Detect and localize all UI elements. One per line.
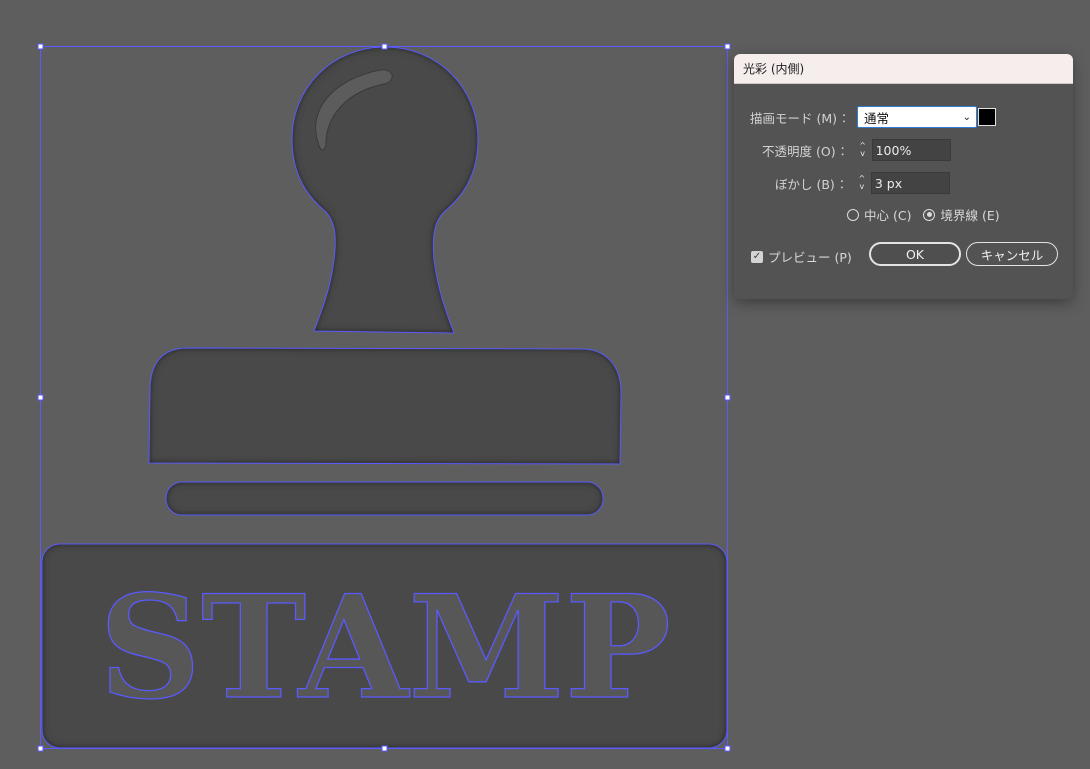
cancel-button-label: キャンセル [980, 247, 1044, 263]
source-row: 中心 (C) 境界線 (E) [847, 205, 1000, 224]
stamp-base-bar[interactable] [166, 482, 603, 515]
glow-color-swatch[interactable] [978, 108, 996, 126]
blur-stepper-icon[interactable]: ^ v [855, 172, 869, 194]
mode-label: 描画モード (M) [750, 110, 838, 126]
blur-input[interactable]: 3 px [870, 172, 950, 194]
blur-value: 3 px [874, 175, 903, 191]
preview-checkbox[interactable]: ✓ [751, 250, 763, 263]
stamp-body-shape[interactable] [149, 348, 621, 464]
opacity-stepper-icon[interactable]: ^ v [856, 139, 870, 161]
radio-edge-label[interactable]: 境界線 (E) [940, 205, 999, 224]
mode-row: 描画モード (M) ： 通常 ⌄ [750, 106, 978, 128]
resize-handle-bottom-right[interactable] [724, 745, 731, 752]
blur-colon: ： [838, 176, 851, 191]
blur-label: ぼかし (B) [775, 176, 835, 192]
opacity-label: 不透明度 (O) [762, 143, 836, 159]
blend-mode-select[interactable]: 通常 ⌄ [857, 106, 978, 128]
preview-label[interactable]: プレビュー (P) [768, 247, 852, 266]
opacity-value: 100% [875, 142, 912, 158]
stamp-handle-shape[interactable] [292, 47, 478, 333]
blend-mode-value: 通常 [864, 110, 890, 126]
opacity-input[interactable]: 100% [871, 139, 951, 161]
mode-colon: ： [841, 110, 854, 125]
cancel-button[interactable]: キャンセル [966, 242, 1058, 266]
radio-edge[interactable] [923, 208, 936, 221]
ok-button[interactable]: OK [869, 242, 961, 266]
radio-center-label[interactable]: 中心 (C) [864, 205, 911, 224]
stamp-text[interactable]: STAMP [98, 564, 671, 731]
ok-button-label: OK [905, 246, 925, 262]
resize-handle-middle-right[interactable] [724, 394, 731, 401]
resize-handle-top-center[interactable] [381, 43, 388, 50]
blur-row: ぼかし (B) ： ^ v 3 px [775, 172, 950, 194]
resize-handle-top-right[interactable] [724, 43, 731, 50]
resize-handle-top-left[interactable] [37, 43, 44, 50]
chevron-down-icon: ⌄ [962, 111, 972, 123]
radio-center[interactable] [847, 208, 859, 221]
opacity-colon: ： [839, 143, 852, 158]
dialog-title: 光彩 (内側) [743, 62, 805, 76]
resize-handle-bottom-center[interactable] [381, 745, 388, 752]
preview-row: ✓ プレビュー (P) [751, 247, 852, 266]
opacity-row: 不透明度 (O) ： ^ v 100% [762, 139, 951, 161]
dialog-titlebar[interactable]: 光彩 (内側) [734, 54, 1073, 84]
inner-glow-dialog: 光彩 (内側) 描画モード (M) ： 通常 ⌄ 不透明度 (O) ： ^ v 1… [734, 54, 1073, 299]
resize-handle-middle-left[interactable] [37, 394, 44, 401]
resize-handle-bottom-left[interactable] [37, 745, 44, 752]
